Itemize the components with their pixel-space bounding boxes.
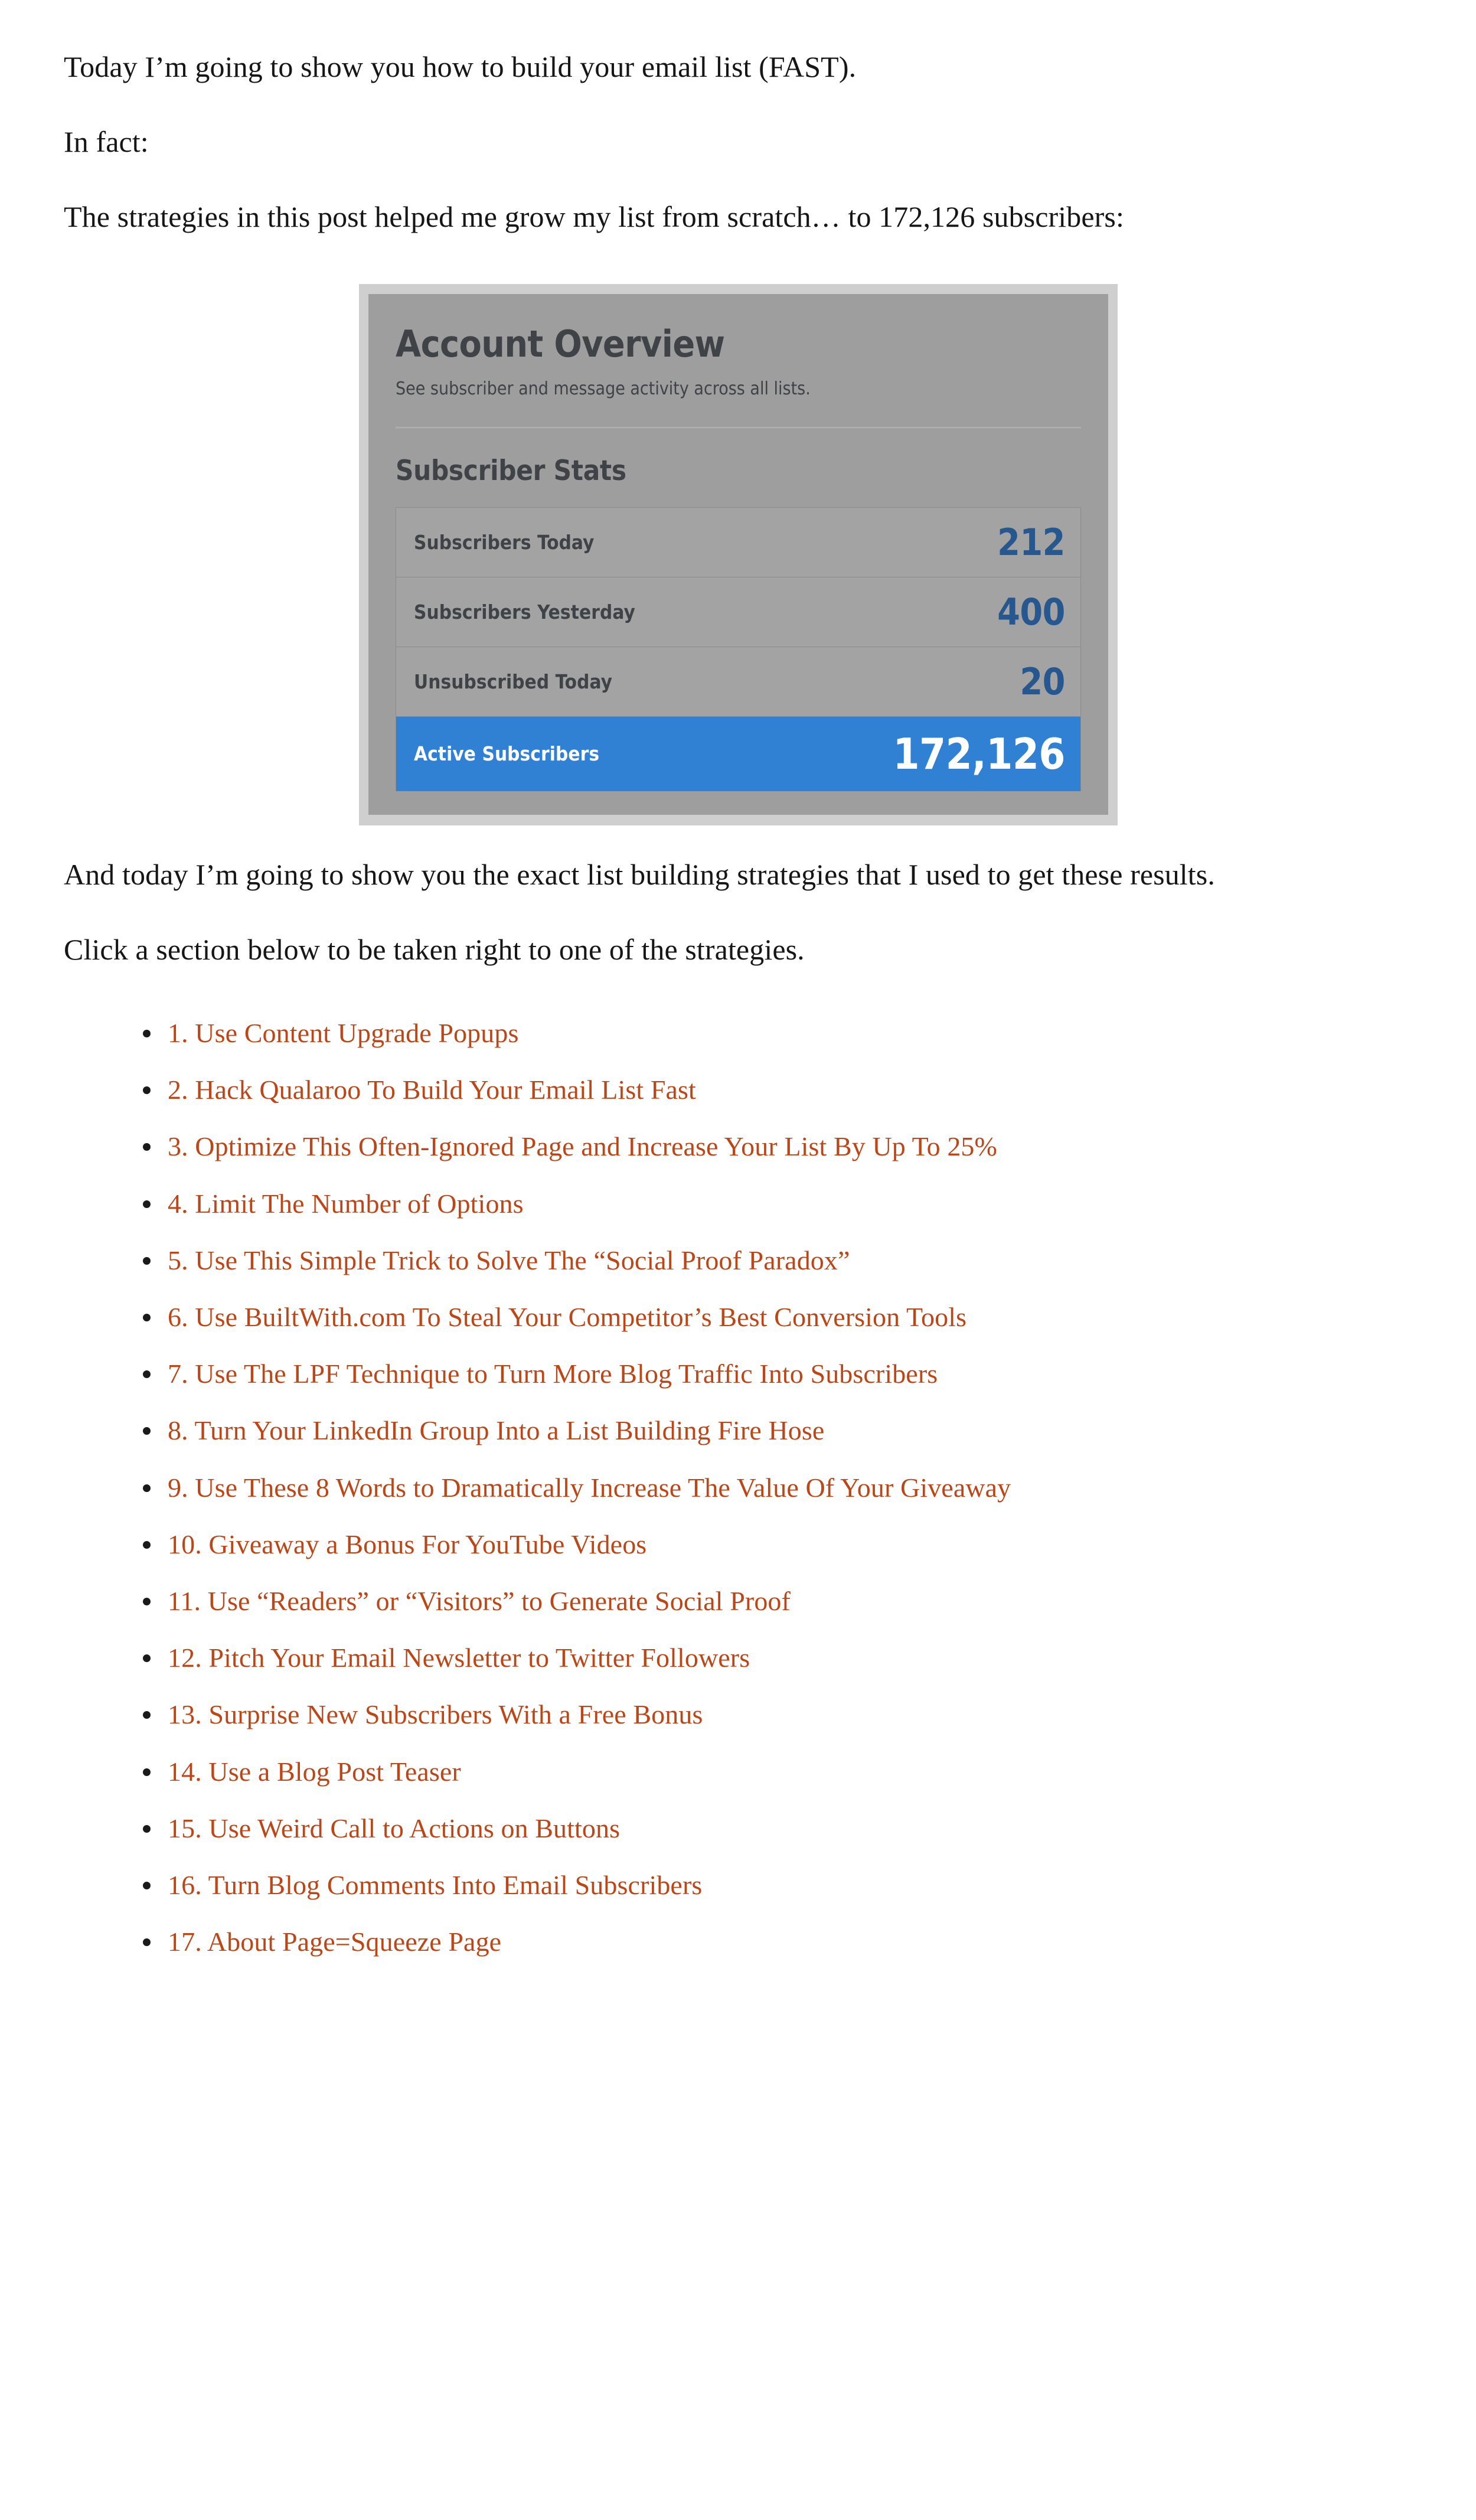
- account-overview-panel: Account Overview See subscriber and mess…: [368, 294, 1108, 815]
- strategy-link-15[interactable]: 15. Use Weird Call to Actions on Buttons: [168, 1813, 620, 1843]
- list-item: 2. Hack Qualaroo To Build Your Email Lis…: [143, 1073, 1411, 1106]
- list-item: 8. Turn Your LinkedIn Group Into a List …: [143, 1414, 1411, 1447]
- strategy-link-1[interactable]: 1. Use Content Upgrade Popups: [168, 1018, 518, 1048]
- list-item: 10. Giveaway a Bonus For YouTube Videos: [143, 1528, 1411, 1561]
- strategy-link-10[interactable]: 10. Giveaway a Bonus For YouTube Videos: [168, 1529, 646, 1559]
- account-overview-title: Account Overview: [396, 322, 725, 365]
- stat-label: Subscribers Yesterday: [414, 600, 635, 624]
- strategy-link-7[interactable]: 7. Use The LPF Technique to Turn More Bl…: [168, 1359, 938, 1389]
- strategy-link-6[interactable]: 6. Use BuiltWith.com To Steal Your Compe…: [168, 1302, 966, 1332]
- list-item: 14. Use a Blog Post Teaser: [143, 1755, 1411, 1788]
- table-row-active-subscribers: Active Subscribers 172,126: [396, 717, 1080, 792]
- blog-post-page: Today I’m going to show you how to build…: [0, 0, 1476, 2520]
- stat-value: 172,126: [893, 729, 1065, 779]
- table-row: Subscribers Yesterday 400: [396, 577, 1080, 648]
- list-item: 12. Pitch Your Email Newsletter to Twitt…: [143, 1641, 1411, 1674]
- subscriber-stats-table: Subscribers Today 212 Subscribers Yester…: [396, 507, 1081, 792]
- strategy-link-4[interactable]: 4. Limit The Number of Options: [168, 1189, 524, 1219]
- strategy-link-5[interactable]: 5. Use This Simple Trick to Solve The “S…: [168, 1245, 850, 1275]
- stat-value: 212: [997, 520, 1065, 564]
- strategy-link-list: 1. Use Content Upgrade Popups 2. Hack Qu…: [64, 1017, 1411, 1958]
- click-prompt-paragraph: Click a section below to be taken right …: [64, 933, 805, 967]
- in-fact-paragraph: In fact:: [64, 125, 149, 158]
- strategy-link-3[interactable]: 3. Optimize This Often-Ignored Page and …: [168, 1131, 997, 1161]
- account-overview-figure: Account Overview See subscriber and mess…: [64, 284, 1411, 826]
- account-overview-subtitle: See subscriber and message activity acro…: [396, 378, 811, 400]
- list-item: 13. Surprise New Subscribers With a Free…: [143, 1698, 1411, 1731]
- list-item: 5. Use This Simple Trick to Solve The “S…: [143, 1244, 1411, 1277]
- strategy-link-14[interactable]: 14. Use a Blog Post Teaser: [168, 1757, 461, 1787]
- stat-value: 20: [1020, 660, 1065, 703]
- list-item: 15. Use Weird Call to Actions on Buttons: [143, 1812, 1411, 1845]
- stat-label: Active Subscribers: [414, 742, 600, 766]
- strategy-link-9[interactable]: 9. Use These 8 Words to Dramatically Inc…: [168, 1473, 1011, 1503]
- strategy-link-11[interactable]: 11. Use “Readers” or “Visitors” to Gener…: [168, 1586, 791, 1616]
- strategy-link-17[interactable]: 17. About Page=Squeeze Page: [168, 1927, 501, 1957]
- panel-divider: [396, 427, 1081, 429]
- screenshot-frame: Account Overview See subscriber and mess…: [359, 284, 1118, 826]
- intro-paragraph: Today I’m going to show you how to build…: [64, 50, 857, 83]
- strategy-link-8[interactable]: 8. Turn Your LinkedIn Group Into a List …: [168, 1415, 824, 1445]
- table-row: Unsubscribed Today 20: [396, 647, 1080, 717]
- strategy-link-13[interactable]: 13. Surprise New Subscribers With a Free…: [168, 1699, 703, 1729]
- strategy-link-16[interactable]: 16. Turn Blog Comments Into Email Subscr…: [168, 1870, 702, 1900]
- lead-paragraph: The strategies in this post helped me gr…: [64, 200, 1124, 233]
- table-row: Subscribers Today 212: [396, 508, 1080, 578]
- list-item: 17. About Page=Squeeze Page: [143, 1925, 1411, 1958]
- stat-value: 400: [997, 590, 1065, 634]
- list-item: 9. Use These 8 Words to Dramatically Inc…: [143, 1471, 1411, 1504]
- list-item: 6. Use BuiltWith.com To Steal Your Compe…: [143, 1301, 1411, 1333]
- strategy-link-12[interactable]: 12. Pitch Your Email Newsletter to Twitt…: [168, 1643, 750, 1673]
- after-image-paragraph: And today I’m going to show you the exac…: [64, 858, 1215, 892]
- list-item: 3. Optimize This Often-Ignored Page and …: [143, 1130, 1411, 1163]
- list-item: 4. Limit The Number of Options: [143, 1187, 1411, 1220]
- list-item: 11. Use “Readers” or “Visitors” to Gener…: [143, 1585, 1411, 1617]
- subscriber-stats-heading: Subscriber Stats: [396, 455, 626, 488]
- list-item: 16. Turn Blog Comments Into Email Subscr…: [143, 1869, 1411, 1901]
- article-body: Today I’m going to show you how to build…: [0, 0, 1476, 1958]
- stat-label: Subscribers Today: [414, 531, 595, 554]
- strategy-link-2[interactable]: 2. Hack Qualaroo To Build Your Email Lis…: [168, 1075, 696, 1105]
- stat-label: Unsubscribed Today: [414, 670, 613, 694]
- list-item: 7. Use The LPF Technique to Turn More Bl…: [143, 1357, 1411, 1390]
- list-item: 1. Use Content Upgrade Popups: [143, 1017, 1411, 1049]
